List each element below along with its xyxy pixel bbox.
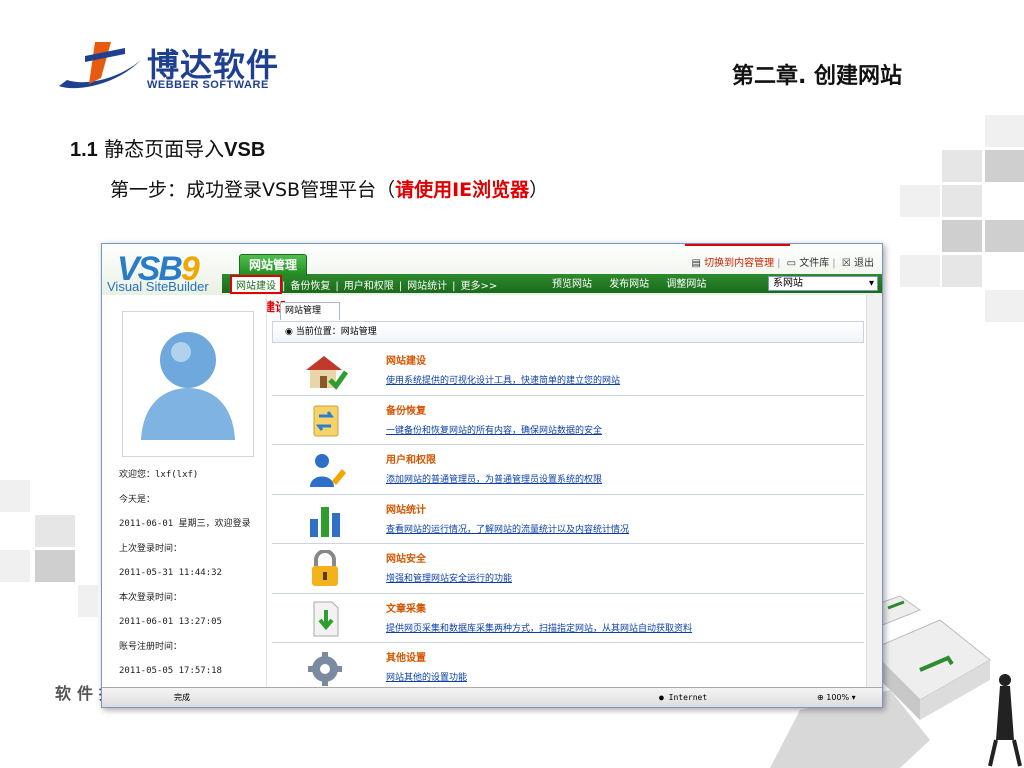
logo-text-en: WEBBER SOFTWARE: [147, 79, 269, 91]
bar-chart-icon: [310, 506, 340, 537]
register-value: 2011-05-05 17:57:18: [119, 666, 222, 676]
nav-users[interactable]: 用户和权限: [339, 277, 399, 292]
step-suffix: ）: [529, 179, 549, 201]
breadcrumb: ◉ 当前位置：网站管理: [272, 321, 864, 343]
publish-site-link[interactable]: 发布网站: [609, 279, 649, 290]
house-check-icon: [306, 356, 348, 390]
item-title: 网站建设: [386, 356, 426, 367]
nav-stats[interactable]: 网站统计: [402, 277, 452, 292]
function-list: 网站建设 使用系统提供的可视化设计工具，快速简单的建立您的网站 备份恢复 一键备…: [272, 346, 864, 693]
chevron-down-icon: ▾: [868, 278, 874, 289]
item-link[interactable]: 查看网站的运行情况，了解网站的流量统计以及内容统计情况: [386, 522, 629, 535]
tab-manage[interactable]: 网站管理: [280, 302, 340, 320]
site-select[interactable]: 系网站 ▾: [768, 276, 878, 291]
breadcrumb-text: 当前位置：网站管理: [295, 327, 377, 337]
item-link[interactable]: 添加网站的普通管理员，为普通管理员设置系统的权限: [386, 472, 602, 485]
download-doc-icon: [313, 601, 339, 636]
list-item: 备份恢复 一键备份和恢复网站的所有内容，确保网站数据的安全: [272, 396, 864, 445]
section-number: 1.1: [70, 139, 98, 161]
vsb-app-window: VSB9 Visual SiteBuilder ▤ 切换到内容管理 | ▭ 文件库…: [101, 243, 883, 708]
list-item: 其他设置 网站其他的设置功能: [272, 643, 864, 693]
register-label: 账号注册时间：: [119, 641, 183, 652]
section-vsb: VSB: [224, 139, 266, 161]
app-header: VSB9 Visual SiteBuilder ▤ 切换到内容管理 | ▭ 文件库…: [102, 244, 882, 295]
highlight-underline: [685, 244, 790, 246]
item-link[interactable]: 一键备份和恢复网站的所有内容，确保网站数据的安全: [386, 423, 602, 436]
list-item: 网站建设 使用系统提供的可视化设计工具，快速简单的建立您的网站: [272, 346, 864, 396]
browser-status-bar: 完成 ● Internet ⊕ 100% ▾: [102, 687, 882, 707]
internet-zone: ● Internet: [659, 688, 708, 707]
nav-backup[interactable]: 备份恢复: [285, 277, 335, 292]
logout-link[interactable]: 退出: [854, 258, 874, 269]
main-nav: 网站建设 | 备份恢复 | 用户和权限 | 网站统计 | 更多>>: [230, 275, 503, 294]
globe-icon: ●: [659, 693, 669, 702]
zoom-level[interactable]: ⊕ 100% ▾: [817, 688, 856, 707]
list-item: 用户和权限 添加网站的普通管理员，为普通管理员设置系统的权限: [272, 445, 864, 495]
user-avatar-icon: [141, 332, 235, 440]
step-text: 第一步：成功登录VSB管理平台（请使用IE浏览器）: [110, 175, 548, 202]
preview-site-link[interactable]: 预览网站: [552, 279, 592, 290]
item-title: 网站安全: [386, 554, 426, 565]
this-login-label: 本次登录时间：: [119, 592, 183, 603]
site-actions: 预览网站 发布网站 调整网站: [552, 275, 720, 290]
today-value: 2011-06-01 星期三，欢迎登录: [119, 519, 251, 529]
zoom-text: 100%: [826, 693, 850, 702]
login-info: 欢迎您：lxf(lxf) 今天是： 2011-06-01 星期三，欢迎登录 上次…: [119, 463, 251, 684]
location-icon: ◉: [285, 327, 296, 337]
item-title: 网站统计: [386, 504, 426, 516]
close-icon: ☒: [841, 258, 851, 269]
list-item: 网站统计 查看网站的运行情况，了解网站的流量统计以及内容统计情况: [272, 495, 864, 544]
status-text: 完成: [174, 693, 190, 702]
user-permission-icon: [310, 454, 346, 487]
vsb-subtitle: Visual SiteBuilder: [107, 279, 209, 294]
lock-icon: [312, 550, 338, 586]
item-link[interactable]: 使用系统提供的可视化设计工具，快速简单的建立您的网站: [386, 373, 620, 386]
last-login-label: 上次登录时间：: [119, 543, 183, 554]
doc-icon: ▤: [691, 258, 701, 269]
item-link[interactable]: 网站其他的设置功能: [386, 670, 467, 683]
zoom-icon: ⊕: [817, 693, 827, 702]
list-item: 网站安全 增强和管理网站安全运行的功能: [272, 544, 864, 594]
section-title: 1.1 静态页面导入VSB: [70, 133, 265, 162]
folder-icon: ▭: [786, 258, 797, 269]
logo-swoosh-icon: [59, 42, 141, 89]
user-info-panel: 欢迎您：lxf(lxf) 今天是： 2011-06-01 星期三，欢迎登录 上次…: [102, 295, 267, 687]
list-item: 文章采集 提供网页采集和数据库采集两种方式，扫描指定网站，从其网站自动获取资料: [272, 594, 864, 643]
welcome-text: 欢迎您：lxf(lxf): [119, 470, 199, 480]
nav-site-build[interactable]: 网站建设: [230, 275, 282, 294]
avatar: [122, 311, 254, 457]
item-link[interactable]: 提供网页采集和数据库采集两种方式，扫描指定网站，从其网站自动获取资料: [386, 621, 692, 634]
gear-icon: [308, 652, 342, 686]
section-text: 静态页面导入: [104, 137, 225, 161]
company-logo: 博达软件 WEBBER SOFTWARE: [55, 34, 295, 98]
item-title: 用户和权限: [386, 455, 436, 466]
step-prefix: 第一步：成功登录VSB管理平台（: [110, 179, 396, 201]
site-select-value: 系网站: [773, 278, 803, 289]
last-login-value: 2011-05-31 11:44:32: [119, 568, 222, 578]
tab-site-management[interactable]: 网站管理: [239, 254, 307, 276]
scrollbar[interactable]: [866, 295, 882, 687]
zone-text: Internet: [668, 693, 708, 702]
backup-restore-icon: [313, 405, 339, 436]
step-highlight: 请使用IE浏览器: [395, 179, 530, 201]
switch-content-link[interactable]: 切换到内容管理: [704, 258, 774, 269]
chapter-title: 第二章. 创建网站: [732, 64, 903, 89]
item-link[interactable]: 增强和管理网站安全运行的功能: [386, 571, 512, 584]
top-links: ▤ 切换到内容管理 | ▭ 文件库 | ☒ 退出: [691, 258, 874, 269]
this-login-value: 2011-06-01 13:27:05: [119, 617, 222, 627]
nav-more[interactable]: 更多>>: [456, 277, 503, 292]
today-label: 今天是：: [119, 494, 156, 505]
item-title: 备份恢复: [386, 405, 426, 417]
item-title: 文章采集: [386, 603, 426, 615]
file-library-link[interactable]: 文件库: [799, 258, 829, 269]
adjust-site-link[interactable]: 调整网站: [666, 279, 706, 290]
item-title: 其他设置: [386, 653, 426, 664]
